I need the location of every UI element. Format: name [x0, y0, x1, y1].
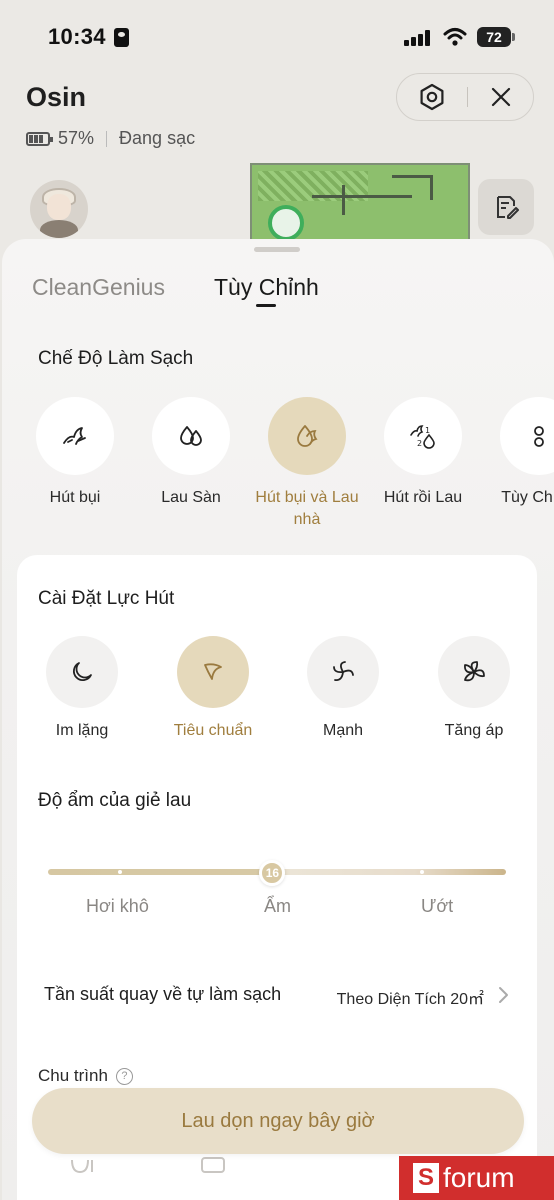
humidity-label-dry: Hơi khô [86, 896, 149, 916]
chevron-right-icon[interactable] [498, 986, 510, 1004]
vacuum-mop-icon [297, 425, 318, 447]
slider-step-dot [420, 870, 424, 874]
mode-label: Tùy Ch Sạ [501, 489, 554, 506]
mode-mop[interactable]: Lau Sàn [131, 397, 251, 509]
suction-turbo[interactable]: Tăng áp [419, 636, 529, 740]
self-clean-frequency-value[interactable]: Theo Diện Tích 20㎡ [337, 985, 484, 1009]
settings-hexagon-icon[interactable] [418, 83, 446, 111]
mode-label: Hút bụi và Lau nhà [255, 489, 359, 528]
charging-status: Đang sạc [119, 128, 196, 148]
mode-vacuum-circle [36, 397, 114, 475]
suction-label: Tiêu chuẩn [173, 722, 253, 739]
mode-mop-circle [152, 397, 230, 475]
watermark-text: forum [443, 1162, 515, 1193]
fan-standard-icon [204, 663, 222, 680]
custom-mode-icon [534, 426, 544, 447]
suction-label: Im lặng [55, 722, 109, 739]
fan-strong-icon [333, 661, 354, 681]
suction-strong-circle [307, 636, 379, 708]
wifi-icon [443, 28, 467, 46]
mop-humidity-title: Độ ẩm của giẻ lau [38, 790, 192, 811]
id-card-icon [114, 28, 129, 47]
robot-battery-icon [26, 131, 53, 146]
mode-vacuum-and-mop[interactable]: Hút bụi và Lau nhà [247, 397, 367, 531]
suction-title: Cài Đặt Lực Hút [38, 588, 175, 609]
humidity-label-damp: Ẩm [264, 896, 291, 916]
help-icon[interactable]: ? [115, 1067, 133, 1085]
top-actions-capsule [396, 73, 534, 121]
vacuum-then-mop-icon: 1 2 [410, 425, 435, 449]
suction-label: Tăng áp [444, 722, 504, 739]
svg-text:1: 1 [425, 426, 430, 435]
suction-label: Mạnh [322, 722, 364, 739]
humidity-label-wet: Ướt [421, 896, 454, 916]
cellular-signal-icon [404, 30, 430, 46]
tab-cleangenius[interactable]: CleanGenius [32, 274, 165, 301]
sheet-grabber[interactable] [254, 247, 300, 252]
robot-position-icon [268, 205, 304, 241]
mode-vacuum-and-mop-circle [268, 397, 346, 475]
mop-drops-icon [180, 426, 202, 446]
cycle-once-icon [71, 1159, 93, 1174]
mode-vacuum-then-mop[interactable]: 1 2 Hút rồi Lau [363, 397, 483, 509]
moon-icon [72, 662, 92, 682]
robot-name: Osin [26, 82, 87, 112]
suction-standard[interactable]: Tiêu chuẩn [158, 636, 268, 740]
map-edit-button[interactable] [478, 179, 534, 235]
self-clean-frequency-label[interactable]: Tần suất quay về tự làm sạch [44, 984, 281, 1005]
status-bar: 10:34 72 [0, 0, 554, 74]
cycle-twice-icon [201, 1157, 225, 1173]
cleaning-mode-title: Chế Độ Làm Sạch [38, 348, 194, 369]
mode-label: Hút rồi Lau [383, 489, 463, 506]
status-time: 10:34 [48, 24, 106, 49]
forum-watermark: S forum [399, 1156, 554, 1200]
active-tab-indicator [256, 304, 276, 307]
clean-now-button[interactable]: Lau dọn ngay bây giờ [32, 1088, 524, 1154]
mode-vacuum[interactable]: Hút bụi [15, 397, 135, 509]
mode-custom-circle [500, 397, 554, 475]
robot-avatar[interactable] [30, 180, 88, 238]
close-icon[interactable] [490, 86, 512, 108]
watermark-logo: S [413, 1163, 439, 1193]
battery-indicator: 72 [477, 27, 515, 47]
robot-battery-percent: 57% [58, 128, 95, 148]
status-divider [106, 130, 108, 147]
actions-separator [467, 87, 469, 107]
map-edit-icon [497, 196, 519, 219]
mode-custom[interactable]: Tùy Ch Sạ [479, 397, 554, 509]
fan-turbo-icon [464, 661, 485, 682]
suction-strong[interactable]: Mạnh [288, 636, 398, 740]
suction-turbo-circle [438, 636, 510, 708]
tab-custom[interactable]: Tùy Chỉnh [214, 274, 319, 301]
mode-label: Lau Sàn [161, 489, 221, 506]
suction-standard-circle [177, 636, 249, 708]
suction-quiet[interactable]: Im lặng [27, 636, 137, 740]
robot-status: 57% Đang sạc [26, 128, 195, 149]
mode-vacuum-then-mop-circle: 1 2 [384, 397, 462, 475]
mode-label: Hút bụi [49, 489, 101, 506]
svg-text:2: 2 [417, 439, 422, 448]
suction-quiet-circle [46, 636, 118, 708]
cycle-row: Chu trình ? [38, 1066, 133, 1086]
slider-step-dot [118, 870, 122, 874]
cycle-label: Chu trình [38, 1066, 108, 1085]
vacuum-icon [63, 427, 86, 445]
